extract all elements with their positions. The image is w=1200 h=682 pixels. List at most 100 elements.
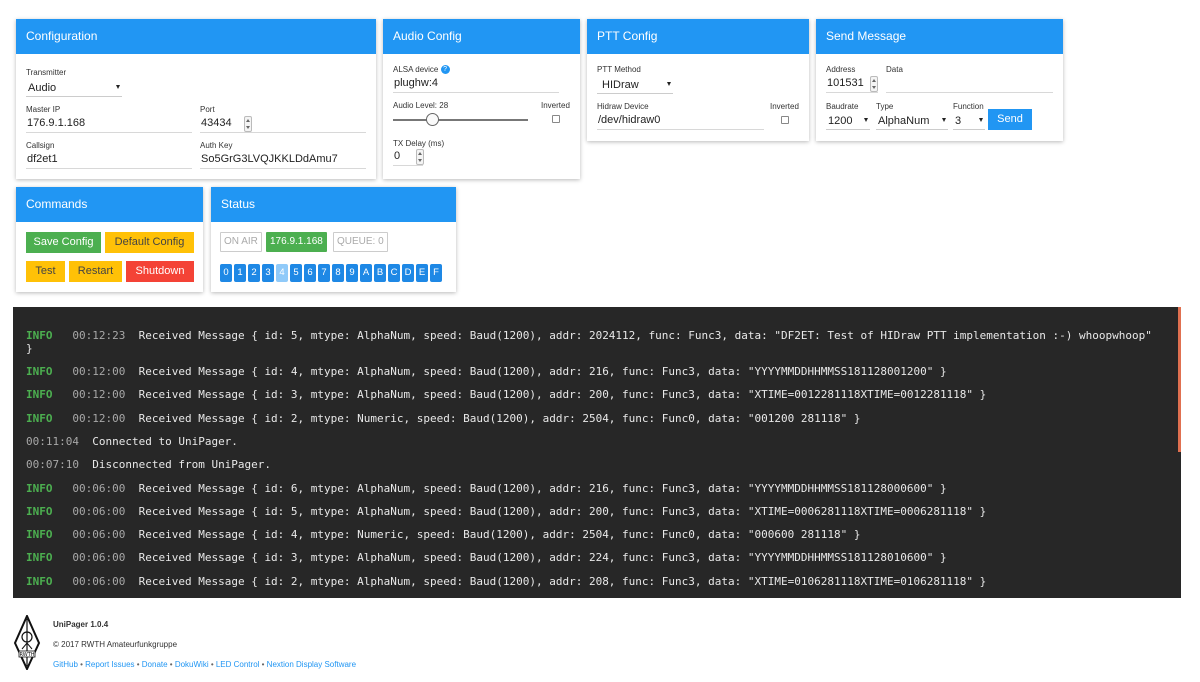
function-label: Function [953, 102, 984, 111]
hidraw-device-input[interactable]: /dev/hidraw0 [597, 112, 764, 130]
log-timestamp: 00:06:00 [72, 481, 126, 495]
chevron-down-icon [979, 118, 983, 122]
shutdown-button[interactable]: Shutdown [126, 261, 194, 282]
log-timestamp: 00:12:00 [72, 388, 126, 402]
ptt-method-value: HIDraw [602, 79, 639, 91]
baudrate-label: Baudrate [826, 102, 859, 111]
data-input[interactable] [886, 75, 1053, 93]
log-entry: INFO 00:12:00 Received Message { id: 3, … [26, 388, 986, 401]
commands-title: Commands [16, 187, 203, 222]
master-ip-label: Master IP [26, 105, 61, 114]
log-entry: 00:07:10 Disconnected from UniPager. [26, 458, 271, 471]
master-connection-badge: 176.9.1.168 [266, 232, 327, 252]
audio-config-card: Audio Config ALSA device ? plughw:4 Audi… [383, 19, 580, 179]
footer-link-report-issues[interactable]: Report Issues [85, 660, 134, 669]
footer-link-donate[interactable]: Donate [142, 660, 168, 669]
console-scrollbar[interactable] [1178, 307, 1181, 452]
timeslot-A: A [360, 264, 372, 282]
timeslot-6: 6 [304, 264, 316, 282]
baudrate-select[interactable]: 1200 [826, 112, 870, 130]
type-select[interactable]: AlphaNum [876, 112, 948, 130]
log-message: Disconnected from UniPager. [92, 458, 272, 472]
app-version: UniPager 1.0.4 [53, 620, 109, 629]
ptt-config-title: PTT Config [587, 19, 809, 54]
svg-text:RWTH: RWTH [19, 652, 34, 658]
log-level: INFO [26, 504, 53, 518]
configuration-card: Configuration Transmitter Audio Master I… [16, 19, 376, 179]
timeslot-F: F [430, 264, 442, 282]
log-timestamp: 00:06:00 [72, 504, 126, 518]
type-value: AlphaNum [878, 115, 930, 127]
log-message: Received Message { id: 5, mtype: AlphaNu… [138, 504, 987, 518]
log-level: INFO [26, 551, 53, 565]
tx-delay-stepper-icon[interactable] [416, 149, 424, 165]
log-console[interactable]: INFO 00:12:23 Received Message { id: 5, … [13, 307, 1181, 598]
configuration-title: Configuration [16, 19, 376, 54]
log-level: INFO [26, 365, 53, 378]
log-entry: INFO 00:06:00 Received Message { id: 5, … [26, 505, 986, 518]
audio-level-slider[interactable] [393, 113, 528, 126]
log-level: INFO [26, 329, 53, 342]
test-button[interactable]: Test [26, 261, 65, 282]
transmitter-label: Transmitter [26, 68, 67, 77]
link-separator: • [259, 660, 267, 669]
default-config-button[interactable]: Default Config [105, 232, 194, 253]
audio-level-slider-handle[interactable] [426, 113, 439, 126]
auth-key-label: Auth Key [200, 141, 233, 150]
audio-config-title: Audio Config [383, 19, 580, 54]
footer-links: GitHub • Report Issues • Donate • DokuWi… [53, 660, 356, 669]
master-ip-input[interactable]: 176.9.1.168 [26, 115, 192, 133]
timeslot-0: 0 [220, 264, 232, 282]
log-timestamp: 00:06:00 [72, 574, 126, 588]
ptt-method-label: PTT Method [597, 65, 641, 74]
log-message: Received Message { id: 6, mtype: AlphaNu… [138, 481, 947, 495]
send-button[interactable]: Send [988, 109, 1032, 130]
data-label: Data [886, 65, 903, 74]
timeslot-2: 2 [248, 264, 260, 282]
footer-link-github[interactable]: GitHub [53, 660, 78, 669]
log-entry-continuation: } [26, 342, 33, 355]
port-stepper-icon[interactable] [244, 116, 252, 132]
rwth-logo: RWTH [13, 613, 41, 672]
ptt-method-select[interactable]: HIDraw [597, 76, 673, 94]
footer-link-dokuwiki[interactable]: DokuWiki [175, 660, 209, 669]
timeslot-1: 1 [234, 264, 246, 282]
audio-inverted-checkbox[interactable] [552, 115, 560, 123]
transmitter-select[interactable]: Audio [26, 79, 122, 97]
log-message: Received Message { id: 3, mtype: AlphaNu… [138, 388, 987, 402]
log-level: INFO [26, 388, 53, 402]
ptt-inverted-checkbox[interactable] [781, 116, 789, 124]
address-stepper-icon[interactable] [870, 76, 878, 92]
timeslot-B: B [374, 264, 386, 282]
save-config-button[interactable]: Save Config [26, 232, 101, 253]
chevron-down-icon [667, 82, 671, 86]
timeslot-7: 7 [318, 264, 330, 282]
timeslot-E: E [416, 264, 428, 282]
ptt-config-card: PTT Config PTT Method HIDraw Hidraw Devi… [587, 19, 809, 141]
status-card: Status ON AIR 176.9.1.168 QUEUE: 0 01234… [211, 187, 456, 292]
callsign-label: Callsign [26, 141, 55, 150]
help-icon[interactable]: ? [440, 65, 450, 75]
log-entry: INFO 00:12:00 Received Message { id: 2, … [26, 412, 860, 425]
restart-button[interactable]: Restart [69, 261, 122, 282]
function-value: 3 [955, 115, 962, 127]
timeslot-3: 3 [262, 264, 274, 282]
log-message: Received Message { id: 3, mtype: AlphaNu… [138, 551, 947, 565]
function-select[interactable]: 3 [953, 112, 985, 130]
log-message: Received Message { id: 4, mtype: AlphaNu… [138, 365, 947, 378]
alsa-device-input[interactable]: plughw:4 [393, 75, 559, 93]
footer-link-nextion-display-software[interactable]: Nextion Display Software [267, 660, 356, 669]
port-label: Port [200, 105, 215, 114]
chevron-down-icon [942, 118, 946, 122]
footer-link-led-control[interactable]: LED Control [216, 660, 260, 669]
port-input[interactable]: 43434 [200, 115, 366, 133]
timeslot-C: C [388, 264, 400, 282]
auth-key-input[interactable]: So5GrG3LVQJKKLDdAmu7 [200, 151, 366, 169]
timeslot-D: D [402, 264, 414, 282]
log-entry: INFO 00:12:23 Received Message { id: 5, … [26, 329, 1152, 342]
log-entry: 00:11:04 Connected to UniPager. [26, 435, 238, 448]
log-entry: INFO 00:12:00 Received Message { id: 4, … [26, 365, 947, 378]
callsign-input[interactable]: df2et1 [26, 151, 192, 169]
send-message-card: Send Message Address 101531 Data Baudrat… [816, 19, 1063, 141]
link-separator: • [208, 660, 216, 669]
